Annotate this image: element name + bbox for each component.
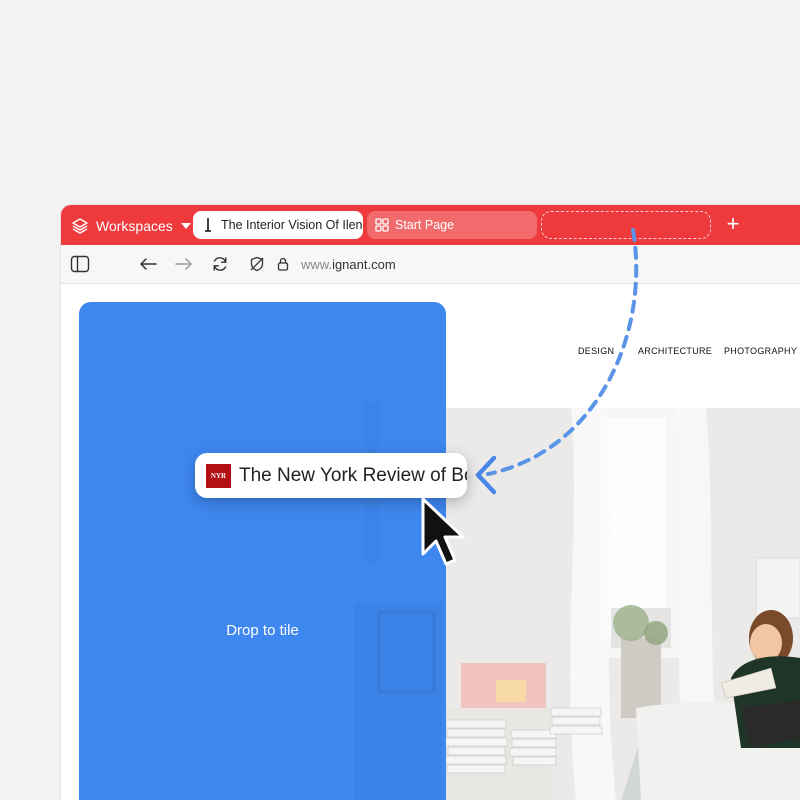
site-nav-photography[interactable]: PHOTOGRAPHY <box>724 346 797 356</box>
back-icon <box>140 258 157 270</box>
drop-to-tile-label: Drop to tile <box>226 622 299 639</box>
sidebar-toggle-button[interactable] <box>69 254 91 274</box>
hero-image <box>441 408 800 800</box>
tab-drop-slot[interactable] <box>541 211 711 239</box>
tile-drop-zone[interactable]: Drop to tile <box>79 302 446 800</box>
grid-icon <box>375 218 389 232</box>
new-tab-button[interactable]: + <box>721 213 745 237</box>
dragged-tab[interactable]: NYR The New York Review of Books <box>195 453 467 498</box>
dragged-tab-title: The New York Review of Books <box>239 464 467 486</box>
cursor-icon <box>421 497 465 566</box>
site-nav-design[interactable]: DESIGN <box>578 346 614 356</box>
toolbar: www.ignant.com <box>61 245 800 284</box>
workspaces-label: Workspaces <box>96 218 173 234</box>
reload-icon <box>213 257 227 271</box>
address-url[interactable]: www.ignant.com <box>301 257 396 272</box>
hero-image-illustration <box>441 408 800 800</box>
tab-title: Start Page <box>395 218 455 232</box>
tile-ghost-image <box>354 402 442 800</box>
workspaces-button[interactable]: Workspaces <box>71 215 191 237</box>
tab-start-page[interactable]: Start Page <box>367 211 537 239</box>
back-button[interactable] <box>137 254 159 274</box>
lock-icon <box>277 257 289 271</box>
forward-button[interactable] <box>173 254 195 274</box>
address-prefix: www. <box>301 256 333 272</box>
site-favicon-icon <box>205 218 211 232</box>
forward-icon <box>175 258 192 270</box>
sidebar-toggle-icon <box>70 255 90 273</box>
site-nav-architecture[interactable]: ARCHITECTURE <box>638 346 712 356</box>
workspaces-icon <box>72 218 88 234</box>
chevron-down-icon <box>180 223 191 229</box>
address-domain: ignant.com <box>332 256 396 272</box>
reload-button[interactable] <box>209 254 231 274</box>
tab-active[interactable]: The Interior Vision Of Ilenia <box>193 211 363 239</box>
tab-bar: Workspaces The Interior Vision Of Ilenia… <box>61 205 800 245</box>
nyr-favicon-icon: NYR <box>206 463 231 488</box>
address-bar[interactable]: www.ignant.com <box>249 251 789 277</box>
tab-title: The Interior Vision Of Ilenia <box>221 218 363 232</box>
shield-off-icon[interactable] <box>249 256 265 272</box>
